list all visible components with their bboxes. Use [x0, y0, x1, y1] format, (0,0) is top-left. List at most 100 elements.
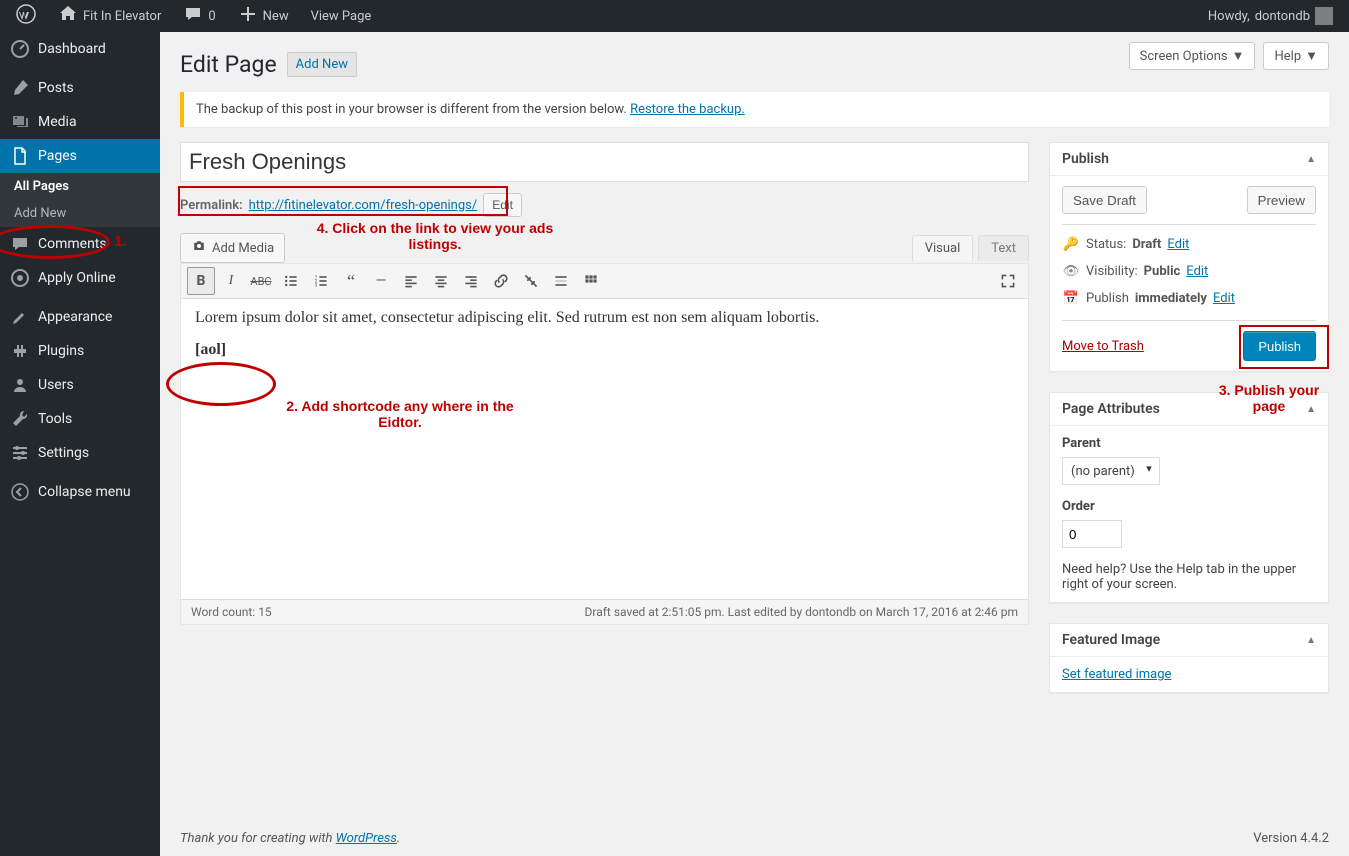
add-media-button[interactable]: Add Media — [180, 233, 285, 263]
toggle-icon[interactable]: ▲ — [1306, 154, 1316, 165]
footer-version: Version 4.4.2 — [1253, 831, 1329, 846]
visibility-value: Public — [1144, 264, 1181, 279]
menu-tools[interactable]: Tools — [0, 402, 160, 436]
page-title: Edit Page — [180, 51, 277, 78]
hr-button[interactable]: — — [367, 267, 395, 295]
blockquote-button[interactable]: “ — [337, 267, 365, 295]
italic-button[interactable]: I — [217, 267, 245, 295]
align-left-button[interactable] — [397, 267, 425, 295]
menu-label: Collapse menu — [38, 484, 131, 500]
order-label: Order — [1062, 499, 1095, 514]
permalink-url[interactable]: http://fitinelevator.com/fresh-openings/ — [249, 198, 478, 213]
parent-label: Parent — [1062, 436, 1101, 451]
visual-tab[interactable]: Visual — [912, 235, 974, 261]
edit-status-link[interactable]: Edit — [1167, 237, 1189, 252]
settings-icon — [10, 443, 30, 463]
menu-label: Comments — [38, 236, 107, 252]
order-input[interactable] — [1062, 520, 1122, 548]
screen-options-button[interactable]: Screen Options ▼ — [1129, 42, 1256, 70]
menu-media[interactable]: Media — [0, 105, 160, 139]
admin-bar-left: Fit In Elevator 0 New View Page — [8, 0, 379, 32]
top-buttons: Screen Options ▼ Help ▼ — [1129, 42, 1329, 70]
strikethrough-button[interactable]: ABC — [247, 267, 275, 295]
footer-wordpress-link[interactable]: WordPress — [336, 831, 397, 846]
status-value: Draft — [1132, 237, 1161, 252]
menu-label: Appearance — [38, 309, 112, 325]
menu-users[interactable]: Users — [0, 368, 160, 402]
edit-visibility-link[interactable]: Edit — [1186, 264, 1208, 279]
permalink-row: Permalink: http://fitinelevator.com/fres… — [180, 187, 1029, 223]
site-name-link[interactable]: Fit In Elevator — [50, 0, 169, 32]
fullscreen-button[interactable] — [994, 267, 1022, 295]
publish-button[interactable]: Publish — [1243, 331, 1316, 361]
set-featured-image-link[interactable]: Set featured image — [1062, 667, 1171, 682]
menu-posts[interactable]: Posts — [0, 71, 160, 105]
new-label: New — [263, 9, 289, 24]
submenu-add-new[interactable]: Add New — [0, 200, 160, 227]
more-button[interactable] — [547, 267, 575, 295]
draft-saved-text: Draft saved at 2:51:05 pm. Last edited b… — [585, 605, 1018, 619]
number-list-button[interactable]: 123 — [307, 267, 335, 295]
wp-logo-menu[interactable] — [8, 0, 44, 32]
menu-apply-online[interactable]: Apply Online — [0, 261, 160, 295]
comments-link[interactable]: 0 — [175, 0, 223, 32]
calendar-icon: 📅 — [1062, 291, 1080, 306]
move-to-trash-link[interactable]: Move to Trash — [1062, 339, 1144, 354]
user-name: dontondb — [1255, 9, 1310, 24]
status-label: Status: — [1086, 237, 1126, 252]
camera-icon — [191, 238, 207, 258]
menu-label: Pages — [38, 148, 77, 164]
toggle-icon[interactable]: ▲ — [1306, 404, 1316, 415]
help-button[interactable]: Help ▼ — [1263, 42, 1329, 70]
add-media-label: Add Media — [212, 241, 274, 256]
add-new-button[interactable]: Add New — [287, 52, 357, 77]
menu-dashboard[interactable]: Dashboard — [0, 32, 160, 66]
word-count-label: Word count: — [191, 605, 258, 619]
menu-collapse[interactable]: Collapse menu — [0, 475, 160, 509]
new-content-link[interactable]: New — [230, 0, 297, 32]
text-tab[interactable]: Text — [978, 235, 1029, 261]
menu-pages[interactable]: Pages — [0, 139, 160, 173]
my-account-link[interactable]: Howdy, dontondb — [1200, 0, 1341, 32]
menu-label: Dashboard — [38, 41, 106, 57]
content-editor[interactable]: Lorem ipsum dolor sit amet, consectetur … — [181, 299, 1028, 599]
comments-count: 0 — [208, 9, 215, 24]
menu-comments[interactable]: Comments — [0, 227, 160, 261]
menu-label: Posts — [38, 80, 74, 96]
view-page-link[interactable]: View Page — [303, 0, 380, 32]
bold-button[interactable]: B — [187, 267, 215, 295]
admin-sidebar: Dashboard Posts Media Pages All Pages Ad… — [0, 32, 160, 856]
posts-icon — [10, 78, 30, 98]
restore-backup-link[interactable]: Restore the backup. — [630, 102, 745, 117]
edit-permalink-button[interactable]: Edit — [483, 193, 522, 217]
word-count-value: 15 — [258, 605, 272, 619]
toolbar-toggle-button[interactable] — [577, 267, 605, 295]
link-button[interactable] — [487, 267, 515, 295]
editor-tabs: Visual Text — [907, 235, 1029, 261]
parent-select[interactable]: (no parent) — [1062, 457, 1160, 485]
howdy-prefix: Howdy, — [1208, 9, 1250, 24]
bullet-list-button[interactable] — [277, 267, 305, 295]
featured-image-box: Featured Image▲ Set featured image — [1049, 623, 1329, 693]
view-page-text: View Page — [311, 9, 372, 24]
menu-settings[interactable]: Settings — [0, 436, 160, 470]
unlink-button[interactable] — [517, 267, 545, 295]
menu-appearance[interactable]: Appearance — [0, 300, 160, 334]
toggle-icon[interactable]: ▲ — [1306, 635, 1316, 646]
content-shortcode: [aol] — [195, 341, 1014, 359]
avatar-icon — [1315, 7, 1333, 25]
plugins-icon — [10, 341, 30, 361]
pages-icon — [10, 146, 30, 166]
align-center-button[interactable] — [427, 267, 455, 295]
save-draft-button[interactable]: Save Draft — [1062, 186, 1147, 214]
post-title-input[interactable] — [180, 142, 1029, 182]
edit-date-link[interactable]: Edit — [1213, 291, 1235, 306]
attributes-help-text: Need help? Use the Help tab in the upper… — [1062, 562, 1316, 592]
editor-statusbar: Word count: 15 Draft saved at 2:51:05 pm… — [181, 599, 1028, 624]
align-right-button[interactable] — [457, 267, 485, 295]
notice-text: The backup of this post in your browser … — [196, 102, 630, 117]
menu-plugins[interactable]: Plugins — [0, 334, 160, 368]
dashboard-icon — [10, 39, 30, 59]
submenu-all-pages[interactable]: All Pages — [0, 173, 160, 200]
preview-button[interactable]: Preview — [1247, 186, 1316, 214]
